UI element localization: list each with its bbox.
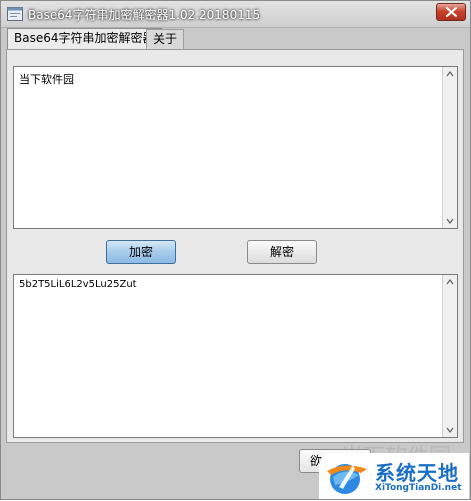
encrypt-button[interactable]: 加密: [106, 240, 176, 264]
scroll-down-arrow-icon[interactable]: [443, 214, 457, 228]
app-window-icon: [7, 6, 23, 21]
app-window: Base64字符串加密解密器1.02.20180115 Base64字符串加密解…: [0, 0, 471, 500]
input-scrollbar[interactable]: [442, 67, 457, 228]
close-button[interactable]: [436, 3, 466, 21]
scroll-up-arrow-icon[interactable]: [443, 67, 457, 81]
decrypt-button[interactable]: 解密: [247, 240, 317, 264]
tab-about[interactable]: 关于: [146, 29, 185, 49]
title-bar[interactable]: Base64字符串加密解密器1.02.20180115: [1, 1, 470, 28]
scroll-down-arrow-icon[interactable]: [443, 423, 457, 437]
tab-strip: Base64字符串加密解密器 关于: [3, 28, 468, 50]
tab-panel: 当下软件园 加密 解密 5b2T5LiL6L2v5Lu25Zut: [6, 49, 464, 443]
output-textarea[interactable]: 5b2T5LiL6L2v5Lu25Zut: [13, 274, 458, 438]
output-text: 5b2T5LiL6L2v5Lu25Zut: [19, 279, 137, 290]
scroll-up-arrow-icon[interactable]: [443, 275, 457, 289]
output-scrollbar[interactable]: [442, 275, 457, 437]
window-title: Base64字符串加密解密器1.02.20180115: [28, 8, 261, 22]
watermark-brand-title: 系统天地: [375, 461, 459, 485]
tab-base64-encoder[interactable]: Base64字符串加密解密器: [7, 28, 162, 50]
globe-logo-icon: [325, 457, 369, 497]
watermark-brand-url: XiTongTianDi.net: [375, 483, 462, 493]
close-icon: [446, 7, 457, 17]
input-textarea[interactable]: 当下软件园: [13, 66, 458, 229]
input-text: 当下软件园: [19, 73, 74, 86]
watermark-badge: 系统天地 XiTongTianDi.net: [319, 453, 469, 499]
